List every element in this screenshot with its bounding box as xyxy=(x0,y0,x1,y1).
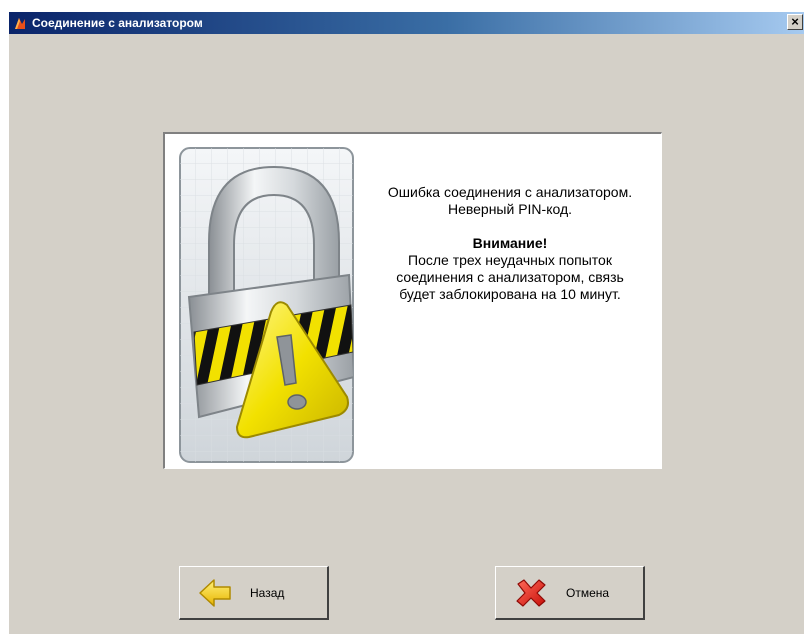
arrow-left-icon xyxy=(199,579,231,607)
warning-line-1: После трех неудачных попыток xyxy=(408,252,612,268)
title-bar[interactable]: Соединение с анализатором × xyxy=(9,12,804,34)
back-button[interactable]: Назад xyxy=(179,566,329,620)
window-title: Соединение с анализатором xyxy=(32,16,203,30)
cancel-button-label: Отмена xyxy=(566,586,610,600)
error-line-1: Ошибка соединения с анализатором. xyxy=(387,184,633,200)
close-button[interactable]: × xyxy=(787,14,803,30)
warning-line-3: будет заблокирована на 10 минут. xyxy=(399,286,621,302)
app-logo-icon xyxy=(15,18,25,29)
locked-warning-illustration xyxy=(179,147,354,463)
dialog-window: Соединение с анализатором × Ошибка соеди… xyxy=(9,12,804,634)
back-button-label: Назад xyxy=(250,586,285,600)
red-x-icon xyxy=(516,579,546,607)
error-panel: Ошибка соединения с анализатором. Неверн… xyxy=(163,132,662,469)
warning-line-2: соединения с анализатором, связь xyxy=(396,269,624,285)
warning-title: Внимание! xyxy=(472,235,548,251)
error-line-2: Неверный PIN-код. xyxy=(447,201,573,217)
close-icon: × xyxy=(791,14,799,29)
error-message: Ошибка соединения с анализатором. Неверн… xyxy=(365,184,655,303)
cancel-button[interactable]: Отмена xyxy=(495,566,645,620)
